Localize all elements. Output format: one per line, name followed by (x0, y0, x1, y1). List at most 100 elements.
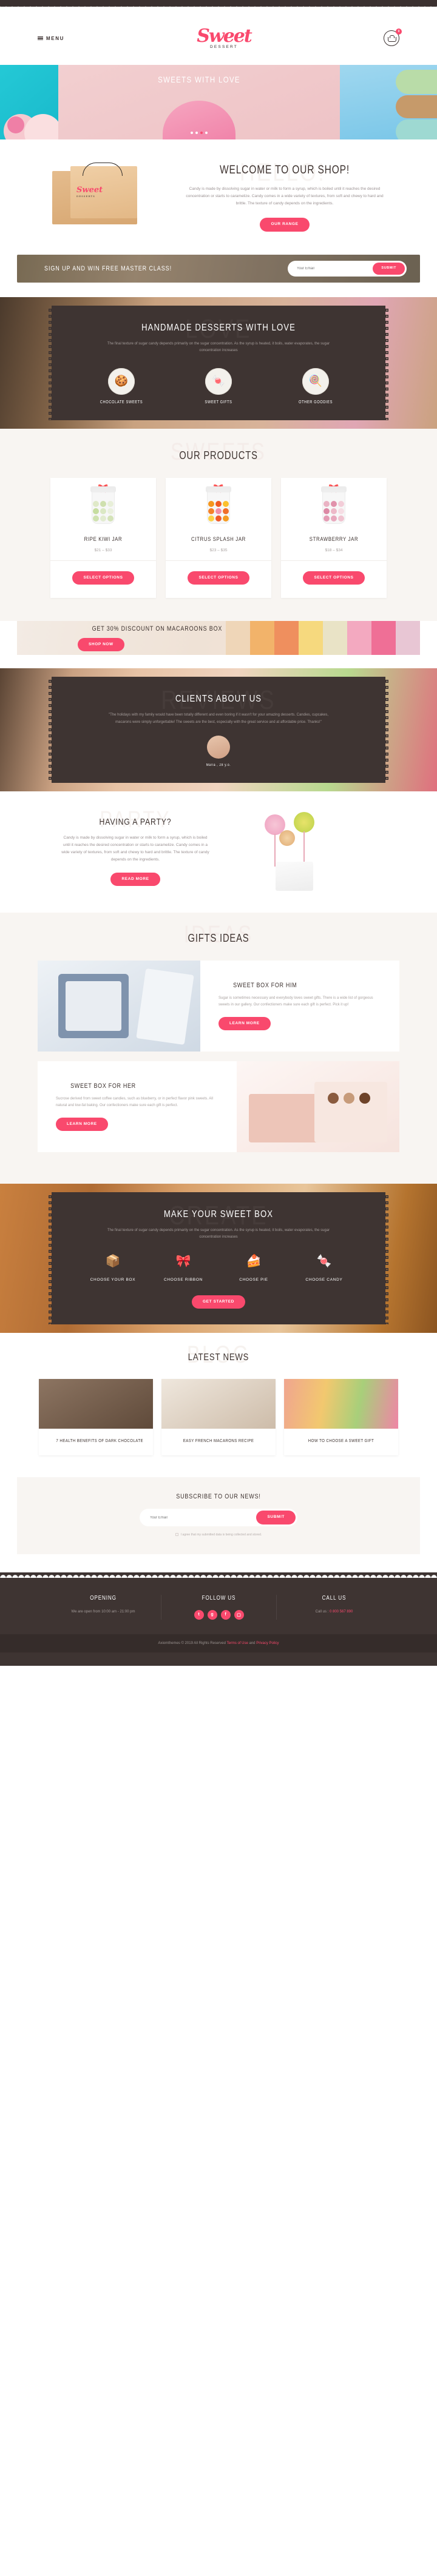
subscribe-consent[interactable]: I agree that my submitted data is being … (127, 1532, 310, 1537)
consent-checkbox[interactable] (175, 1532, 178, 1536)
hero-dot-1[interactable] (191, 132, 193, 134)
handmade-section: LOVE Handmade Desserts With Love The fin… (0, 297, 437, 429)
footer-heading: Follow Us (202, 1594, 236, 1602)
step-choose-pie[interactable]: 🍰 Choose Pie (231, 1253, 277, 1284)
copyright-bar: Axiomthemes © 2019 All Rights Reserved T… (0, 1634, 437, 1652)
makebox-panel: CREATE Make Your Sweet Box The final tex… (49, 1192, 388, 1325)
hero-slider: Sweets With Love (0, 65, 437, 139)
product-grid: 🎀 Ripe Kiwi Jar $21 – $33 SELECT OPTIONS… (0, 477, 437, 599)
step-choose-candy[interactable]: 🍬 Choose Candy (301, 1253, 347, 1284)
news-title: Latest News (188, 1352, 249, 1363)
hero-dot-3[interactable] (200, 132, 203, 134)
select-options-button[interactable]: SELECT OPTIONS (303, 571, 365, 585)
cart-count-badge: 0 (396, 29, 402, 35)
twitter-icon[interactable]: t (194, 1609, 204, 1620)
testimonial-client-name: Maria , 28 y.o. (206, 763, 231, 768)
news-image (161, 1379, 276, 1429)
product-card[interactable]: 🎀 Citrus Splash Jar $23 – $35 SELECT OPT… (166, 477, 271, 599)
party-section: PARTY Having A Party? Candy is made by d… (0, 791, 437, 913)
gifts-section: IDEAS Gifts Ideas Sweet Box For Him Suga… (0, 913, 437, 1184)
hero-image-center: Sweets With Love (58, 65, 340, 139)
scallop-divider-top (0, 6, 437, 11)
get-started-button[interactable]: GET STARTED (192, 1295, 245, 1309)
footer-heading: Opening (90, 1594, 117, 1602)
subscribe-submit-button[interactable]: SUBMIT (256, 1511, 296, 1524)
news-card[interactable]: How to Choose a Sweet Gift (284, 1379, 398, 1456)
welcome-body: Candy is made by dissolving sugar in wat… (186, 187, 384, 206)
makebox-steps: 📦 Choose Your Box 🎀 Choose Ribbon 🍰 Choo… (84, 1253, 353, 1284)
cupcake-icon: 🍪 (108, 367, 135, 395)
news-card-title: Easy French Macarons Recipe (183, 1438, 254, 1444)
promo-banner-wrap: Get 30% Discount on Macaroons Box SHOP N… (0, 621, 437, 656)
pie-icon: 🍰 (246, 1254, 262, 1268)
feature-other-goodies[interactable]: 🍭 Other Goodies (289, 367, 342, 404)
read-more-button[interactable]: READ MORE (110, 872, 160, 887)
signup-strip: Sign Up and Win free Master Class! SUBMI… (17, 255, 420, 283)
news-section: BLOG Latest News 7 Health Benefits of Da… (0, 1333, 437, 1478)
gift-image-her (237, 1061, 399, 1153)
signup-strip-form: SUBMIT (288, 261, 407, 277)
ribbon-icon: 🎀 (175, 1254, 191, 1268)
select-options-button[interactable]: SELECT OPTIONS (188, 571, 249, 585)
hamburger-icon (38, 36, 43, 41)
learn-more-button[interactable]: LEARN MORE (56, 1117, 108, 1132)
our-range-button[interactable]: OUR RANGE (260, 218, 310, 232)
product-image: 🎀 (88, 483, 118, 528)
party-body: Candy is made by dissolving sugar in wat… (61, 835, 209, 862)
hero-slider-dots[interactable] (58, 132, 340, 134)
cart-button[interactable]: 0 (384, 29, 402, 46)
google-plus-icon[interactable]: g (207, 1609, 217, 1620)
subscribe-email-input[interactable] (141, 1515, 257, 1520)
makebox-body: The final texture of sugar candy depends… (107, 1229, 330, 1239)
bag-logo: Sweet DESSERTS (76, 186, 103, 198)
hero-dot-4[interactable] (205, 132, 208, 134)
gift-title: Sweet Box For Him (233, 981, 297, 989)
shop-now-button[interactable]: SHOP NOW (78, 637, 124, 652)
product-card[interactable]: 🎀 Ripe Kiwi Jar $21 – $33 SELECT OPTIONS (50, 477, 156, 599)
menu-button[interactable]: MENU (38, 36, 64, 41)
step-choose-box[interactable]: 📦 Choose Your Box (90, 1253, 136, 1284)
products-section: SWEETS Our Products 🎀 Ripe Kiwi Jar $21 … (0, 428, 437, 622)
promo-banner: Get 30% Discount on Macaroons Box SHOP N… (17, 621, 420, 656)
product-image: 🎀 (319, 483, 349, 528)
feature-label: Chocolate Sweets (100, 400, 143, 404)
candy-icon: 🍬 (316, 1254, 332, 1268)
site-logo[interactable]: Sweet DESSERT (197, 27, 252, 49)
signup-strip-title: Sign Up and Win free Master Class! (44, 265, 172, 272)
testimonial-title: Clients About Us (175, 694, 262, 705)
gift-title: Sweet Box For Her (70, 1082, 136, 1090)
feature-sweet-gifts[interactable]: 🍬 Sweet Gifts (192, 367, 245, 404)
product-price: $21 – $33 (94, 548, 112, 552)
instagram-icon[interactable]: ▢ (234, 1609, 244, 1620)
product-card[interactable]: 🎀 Strawberry Jar $18 – $34 SELECT OPTION… (281, 477, 387, 599)
welcome-section: Sweet DESSERTS HELLO! Welcome To Our Sho… (0, 139, 437, 255)
footer-column-call: Call us Call us : 0 800 567 890 (276, 1594, 391, 1620)
gift-body: Sucrose derived from sweet coffee candie… (56, 1096, 213, 1108)
handmade-title: Handmade Desserts With Love (141, 323, 296, 333)
learn-more-button[interactable]: LEARN MORE (218, 1016, 271, 1031)
testimonial-section: REVIEWS Clients About Us "The holidays w… (0, 668, 437, 792)
hero-dot-2[interactable] (195, 132, 198, 134)
footer-phone-label: Call us : (315, 1609, 330, 1614)
news-card-title: 7 Health Benefits of Dark Chocolate (56, 1438, 144, 1444)
scallop-divider-footer (0, 1572, 437, 1578)
facebook-icon[interactable]: f (220, 1609, 231, 1620)
subscribe-wrap: Subscribe To Our News! SUBMIT I agree th… (0, 1477, 437, 1572)
news-card[interactable]: 7 Health Benefits of Dark Chocolate (39, 1379, 153, 1456)
signup-strip-submit-button[interactable]: SUBMIT (373, 263, 405, 275)
signup-strip-email-input[interactable] (290, 267, 373, 270)
privacy-policy-link[interactable]: Privacy Policy (256, 1642, 279, 1645)
product-name: Strawberry Jar (309, 535, 359, 543)
avatar (207, 736, 230, 759)
shopping-bag-image: Sweet DESSERTS (38, 161, 166, 234)
news-card[interactable]: Easy French Macarons Recipe (161, 1379, 276, 1456)
terms-of-use-link[interactable]: Terms of Use (226, 1642, 248, 1645)
site-header: MENU Sweet DESSERT 0 (0, 12, 437, 65)
feature-chocolate-sweets[interactable]: 🍪 Chocolate Sweets (95, 367, 148, 404)
footer-phone-number[interactable]: 0 800 567 890 (330, 1610, 353, 1614)
step-label: Choose Pie (239, 1277, 268, 1282)
select-options-button[interactable]: SELECT OPTIONS (72, 571, 134, 585)
hero-image-left (0, 65, 58, 139)
news-card-title: How to Choose a Sweet Gift (308, 1438, 374, 1444)
step-choose-ribbon[interactable]: 🎀 Choose Ribbon (160, 1253, 206, 1284)
